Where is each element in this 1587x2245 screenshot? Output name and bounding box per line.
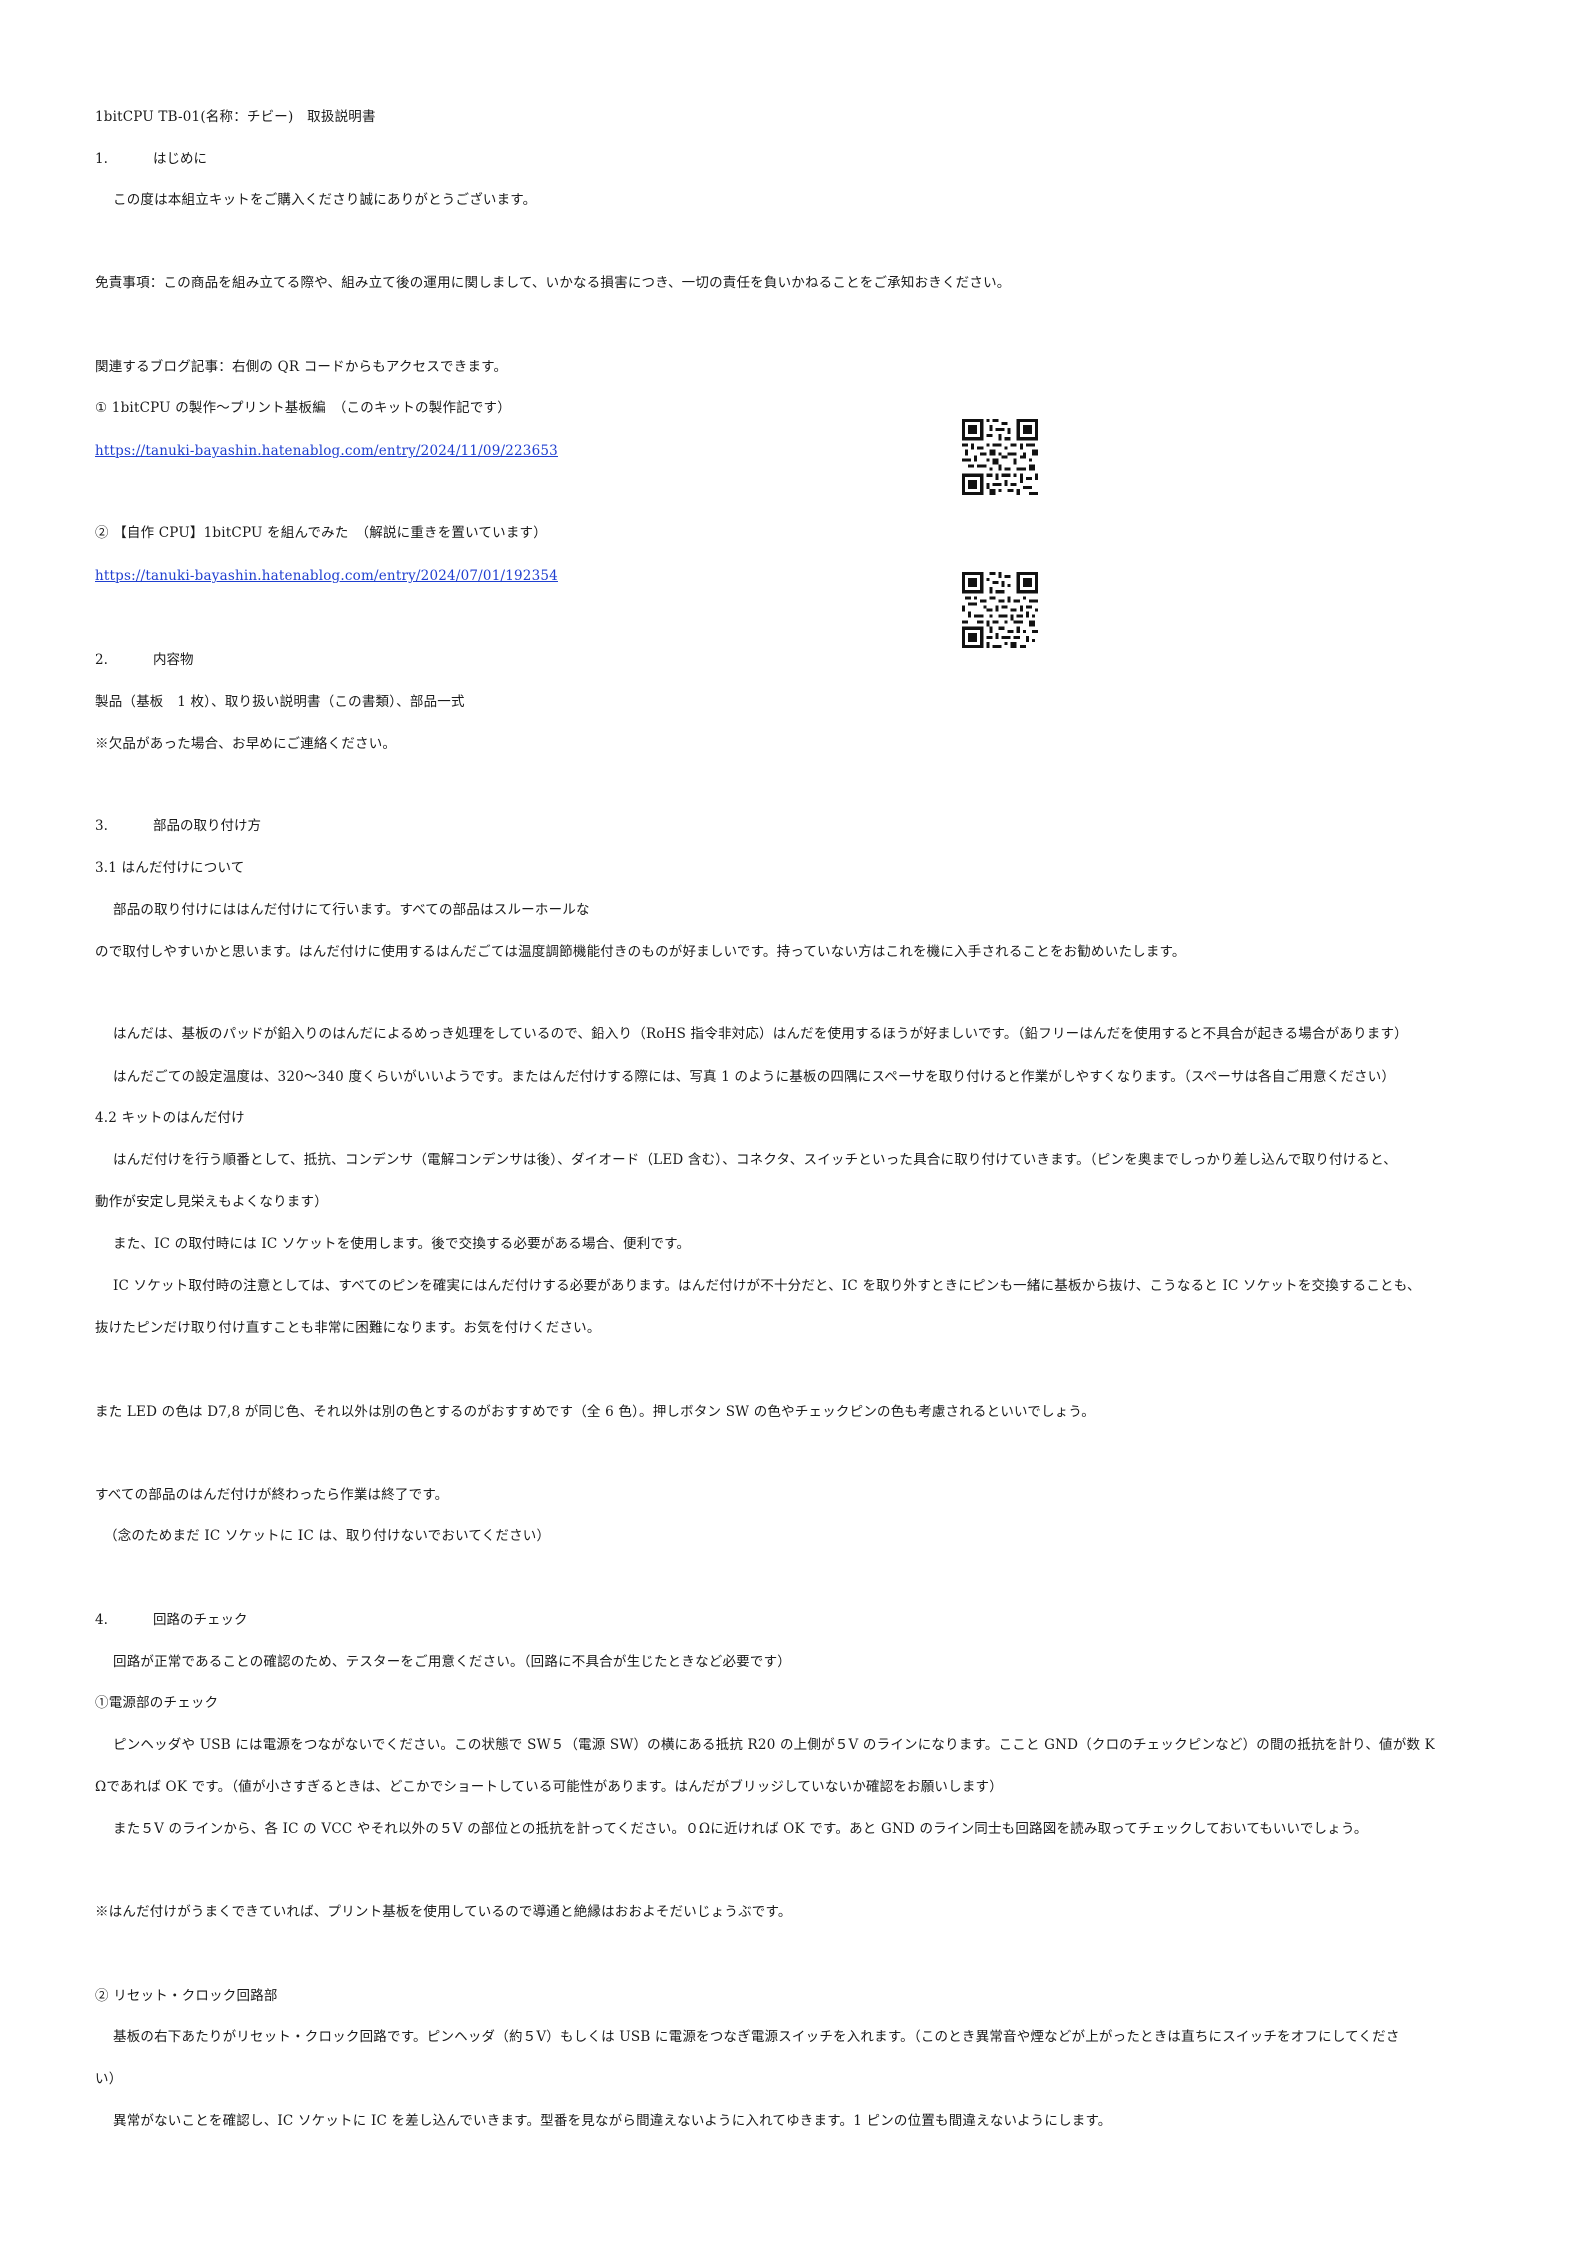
paragraph-4-2-h: （念のためまだ IC ソケットに IC は、取り付けないでおいてください） (104, 1528, 551, 1544)
qr-code-icon (962, 419, 1038, 495)
blog-intro-text: 関連するブログ記事：右側の QR コードからもアクセスできます。 (95, 359, 508, 375)
section-4-heading: 回路のチェック (153, 1612, 248, 1628)
blog-2-label: ② 【自作 CPU】1bitCPU を組んでみた （解説に重きを置いています） (95, 525, 547, 541)
paragraph-3-1-c: はんだは、基板のパッドが鉛入りのはんだによるめっき処理をしているので、鉛入り（R… (113, 1026, 1408, 1042)
paragraph-3-1-a: 部品の取り付けにははんだ付けにて行います。すべての部品はスルーホールな (113, 902, 590, 918)
section-3-heading: 部品の取り付け方 (153, 818, 261, 834)
qr-code-blog-1[interactable] (962, 419, 1038, 495)
subsection-3-1-heading: 3.1 はんだ付けについて (95, 860, 245, 876)
paragraph-4-2-f: また LED の色は D7,8 が同じ色、それ以外は別の色とするのがおすすめです… (95, 1404, 1096, 1420)
blog-2-link[interactable]: https://tanuki-bayashin.hatenablog.com/e… (95, 568, 558, 584)
missing-parts-note: ※欠品があった場合、お早めにご連絡ください。 (95, 736, 397, 752)
paragraph-4-b: ピンヘッダや USB には電源をつながないでください。この状態で SW５（電源 … (113, 1737, 1435, 1753)
paragraph-4-g: い） (95, 2071, 123, 2087)
section-1-heading: はじめに (153, 151, 207, 167)
paragraph-4-2-a: はんだ付けを行う順番として、抵抗、コンデンサ（電解コンデンサは後）、ダイオード（… (113, 1152, 1397, 1168)
paragraph-4-e: ※はんだ付けがうまくできていれば、プリント基板を使用しているので導通と絶縁はおお… (95, 1904, 792, 1920)
qr-code-blog-2[interactable] (962, 572, 1038, 648)
blog-1-link[interactable]: https://tanuki-bayashin.hatenablog.com/e… (95, 443, 558, 459)
paragraph-4-d: また５V のラインから、各 IC の VCC やそれ以外の５V の部位との抵抗を… (113, 1821, 1368, 1837)
section-2-number: 2. (95, 652, 108, 668)
check-2-heading: ② リセット・クロック回路部 (95, 1988, 278, 2004)
section-1-number: 1. (95, 151, 108, 167)
paragraph-4-2-e: 抜けたピンだけ取り付け直すことも非常に困難になります。お気を付けください。 (95, 1320, 601, 1336)
paragraph-4-2-g: すべての部品のはんだ付けが終わったら作業は終了です。 (95, 1487, 449, 1503)
paragraph-4-2-c: また、IC の取付時には IC ソケットを使用します。後で交換する必要がある場合… (113, 1236, 691, 1252)
blog-1-label: ① 1bitCPU の製作～プリント基板編 （このキットの製作記です） (95, 400, 511, 416)
thanks-text: この度は本組立キットをご購入くださり誠にありがとうございます。 (113, 192, 537, 208)
document-title: 1bitCPU TB-01(名称：チビー) 取扱説明書 (95, 109, 376, 125)
subsection-4-2-heading: 4.2 キットのはんだ付け (95, 1110, 245, 1126)
document-page: 1bitCPU TB-01(名称：チビー) 取扱説明書 1. はじめに この度は… (0, 0, 1587, 2245)
section-2-heading: 内容物 (153, 652, 194, 668)
paragraph-4-a: 回路が正常であることの確認のため、テスターをご用意ください。（回路に不具合が生じ… (113, 1654, 791, 1670)
paragraph-3-1-d: はんだごての設定温度は、320～340 度くらいがいいようです。またはんだ付けす… (113, 1069, 1396, 1085)
paragraph-4-f: 基板の右下あたりがリセット・クロック回路です。ピンヘッダ（約５V）もしくは US… (113, 2029, 1400, 2045)
contents-text: 製品（基板 1 枚）、取り扱い説明書（この書類）、部品一式 (95, 694, 465, 710)
paragraph-4-h: 異常がないことを確認し、IC ソケットに IC を差し込んでいきます。型番を見な… (113, 2113, 1112, 2129)
check-1-heading: ①電源部のチェック (95, 1695, 219, 1711)
paragraph-3-1-b: ので取付しやすいかと思います。はんだ付けに使用するはんだごては温度調節機能付きの… (95, 944, 1186, 960)
section-4-number: 4. (95, 1612, 108, 1628)
paragraph-4-2-b: 動作が安定し見栄えもよくなります） (95, 1194, 328, 1210)
paragraph-4-c: Ωであれば OK です。（値が小さすぎるときは、どこかでショートしている可能性が… (95, 1779, 1003, 1795)
paragraph-4-2-d: IC ソケット取付時の注意としては、すべてのピンを確実にはんだ付けする必要があり… (113, 1278, 1421, 1294)
disclaimer-text: 免責事項：この商品を組み立てる際や、組み立て後の運用に関しまして、いかなる損害に… (95, 275, 1011, 291)
qr-code-icon (962, 572, 1038, 648)
section-3-number: 3. (95, 818, 108, 834)
